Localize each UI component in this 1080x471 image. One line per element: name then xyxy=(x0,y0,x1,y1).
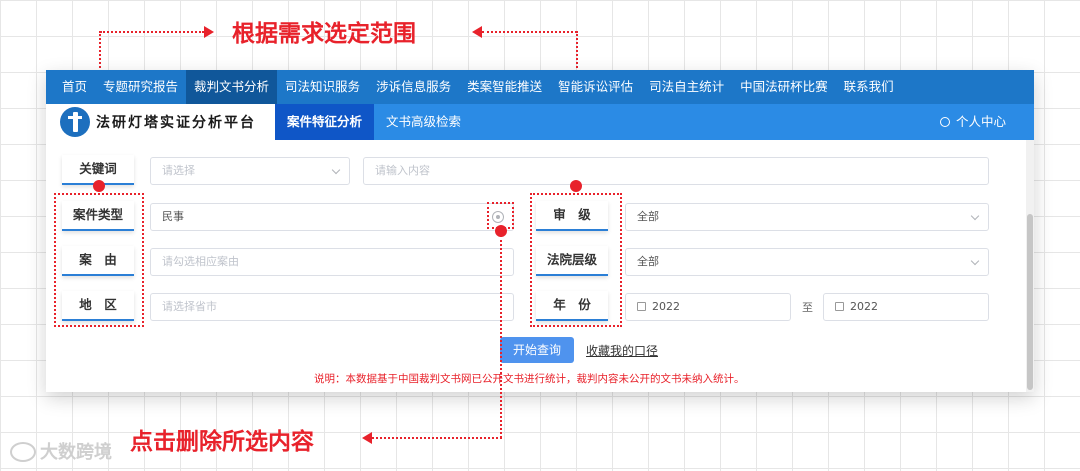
start-query-button[interactable]: 开始查询 xyxy=(500,337,574,363)
annotation-dot xyxy=(570,180,582,192)
tab-advanced-search[interactable]: 文书高级检索 xyxy=(374,104,473,140)
nav-self-stats[interactable]: 司法自主统计 xyxy=(641,70,732,104)
trial-level-select[interactable]: 全部 xyxy=(625,203,989,231)
annotation-connector xyxy=(500,235,502,438)
user-center-link[interactable]: 个人中心 xyxy=(939,104,1006,140)
annotation-arrow-left xyxy=(362,432,372,444)
annotation-connector xyxy=(100,31,204,33)
annotation-connector xyxy=(482,31,577,33)
chevron-down-icon xyxy=(970,256,980,266)
brand-title: 法研灯塔实证分析平台 xyxy=(96,115,256,131)
year-from-value: 2022 xyxy=(652,300,680,313)
watermark-text: 大数跨境 xyxy=(40,442,112,463)
top-nav: 首页 专题研究报告 裁判文书分析 司法知识服务 涉诉信息服务 类案智能推送 智能… xyxy=(46,70,1034,104)
nav-research-report[interactable]: 专题研究报告 xyxy=(95,70,186,104)
calendar-icon xyxy=(835,302,844,311)
annotation-arrow-left xyxy=(472,26,482,38)
region-select[interactable]: 请选择省市 xyxy=(150,293,514,321)
brand: 法研灯塔实证分析平台 xyxy=(46,104,275,140)
year-to-value: 2022 xyxy=(850,300,878,313)
annotation-select-range: 根据需求选定范围 xyxy=(232,21,416,47)
nav-competition[interactable]: 中国法研杯比赛 xyxy=(732,70,836,104)
keyword-input-placeholder: 请输入内容 xyxy=(375,164,430,177)
keyword-scope-select[interactable]: 请选择 xyxy=(150,157,350,185)
year-to-picker[interactable]: 2022 xyxy=(823,293,989,321)
court-level-select[interactable]: 全部 xyxy=(625,248,989,276)
nav-similar-case[interactable]: 类案智能推送 xyxy=(459,70,550,104)
person-icon xyxy=(939,117,950,127)
nav-home[interactable]: 首页 xyxy=(54,70,95,104)
nav-legal-knowledge[interactable]: 司法知识服务 xyxy=(277,70,368,104)
nav-litigation-info[interactable]: 涉诉信息服务 xyxy=(368,70,459,104)
tab-case-feature-analysis[interactable]: 案件特征分析 xyxy=(275,104,375,140)
case-type-value: 民事 xyxy=(162,210,184,223)
annotation-click-delete: 点击删除所选内容 xyxy=(130,429,314,455)
year-from-picker[interactable]: 2022 xyxy=(625,293,791,321)
chevron-down-icon xyxy=(970,211,980,221)
calendar-icon xyxy=(637,302,646,311)
sub-bar: 法研灯塔实证分析平台 案件特征分析 文书高级检索 个人中心 xyxy=(46,104,1034,140)
trial-level-value: 全部 xyxy=(637,210,659,223)
case-type-select[interactable]: 民事 xyxy=(150,203,514,231)
cause-select[interactable]: 请勾选相应案由 xyxy=(150,248,514,276)
cause-placeholder: 请勾选相应案由 xyxy=(162,255,239,268)
highlight-right-labels xyxy=(530,193,622,327)
lighthouse-logo-icon xyxy=(60,107,90,137)
annotation-dot xyxy=(93,180,105,192)
annotation-arrow-right xyxy=(204,26,214,38)
highlight-left-labels xyxy=(54,193,144,327)
nav-contact[interactable]: 联系我们 xyxy=(836,70,902,104)
year-range-separator: 至 xyxy=(802,301,813,314)
save-criteria-link[interactable]: 收藏我的口径 xyxy=(586,342,658,359)
chevron-down-icon xyxy=(331,165,341,175)
region-placeholder: 请选择省市 xyxy=(162,300,217,313)
watermark: 大数跨境 xyxy=(10,438,112,464)
statistics-note: 说明：本数据基于中国裁判文书网已公开文书进行统计，裁判内容未公开的文书未纳入统计… xyxy=(314,373,745,385)
nav-judgment-analysis[interactable]: 裁判文书分析 xyxy=(186,70,278,104)
nav-litigation-assess[interactable]: 智能诉讼评估 xyxy=(550,70,641,104)
user-center-label: 个人中心 xyxy=(955,114,1006,129)
watermark-logo-icon xyxy=(10,442,36,462)
keyword-input[interactable]: 请输入内容 xyxy=(363,157,989,185)
annotation-connector xyxy=(372,437,502,439)
keyword-select-placeholder: 请选择 xyxy=(162,164,195,177)
court-level-value: 全部 xyxy=(637,255,659,268)
scrollbar-thumb[interactable] xyxy=(1027,214,1033,390)
